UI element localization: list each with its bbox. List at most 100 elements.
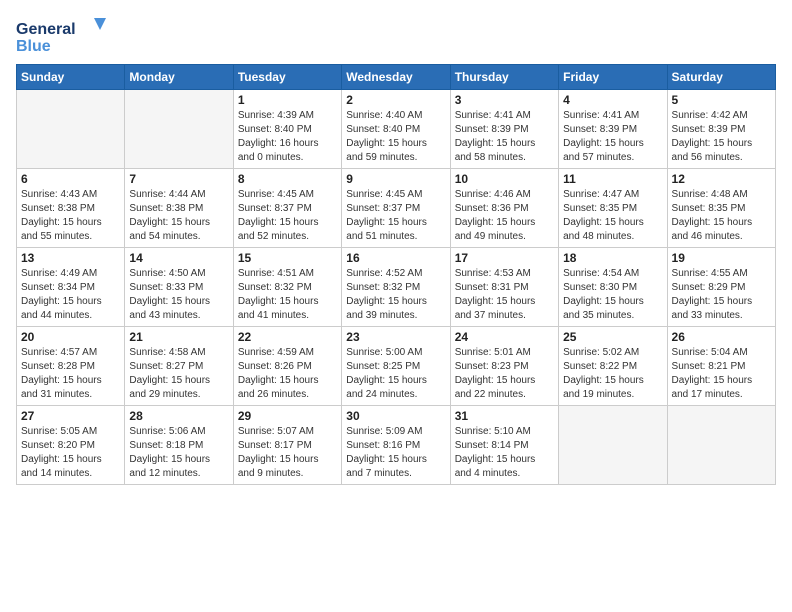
calendar-cell: 1 Sunrise: 4:39 AMSunset: 8:40 PMDayligh… [233, 90, 341, 169]
calendar-cell: 31 Sunrise: 5:10 AMSunset: 8:14 PMDaylig… [450, 406, 558, 485]
day-detail: Sunrise: 4:44 AMSunset: 8:38 PMDaylight:… [129, 188, 228, 244]
calendar-cell: 7 Sunrise: 4:44 AMSunset: 8:38 PMDayligh… [125, 169, 233, 248]
weekday-header: Saturday [667, 65, 775, 90]
day-number: 13 [21, 251, 120, 265]
calendar-cell: 26 Sunrise: 5:04 AMSunset: 8:21 PMDaylig… [667, 327, 775, 406]
day-detail: Sunrise: 5:00 AMSunset: 8:25 PMDaylight:… [346, 346, 445, 402]
weekday-header: Friday [559, 65, 667, 90]
logo: General Blue [16, 16, 106, 56]
calendar-cell: 25 Sunrise: 5:02 AMSunset: 8:22 PMDaylig… [559, 327, 667, 406]
calendar-cell: 13 Sunrise: 4:49 AMSunset: 8:34 PMDaylig… [17, 248, 125, 327]
day-detail: Sunrise: 4:54 AMSunset: 8:30 PMDaylight:… [563, 267, 662, 323]
day-detail: Sunrise: 4:58 AMSunset: 8:27 PMDaylight:… [129, 346, 228, 402]
day-detail: Sunrise: 5:06 AMSunset: 8:18 PMDaylight:… [129, 425, 228, 481]
calendar-cell: 27 Sunrise: 5:05 AMSunset: 8:20 PMDaylig… [17, 406, 125, 485]
calendar-cell: 22 Sunrise: 4:59 AMSunset: 8:26 PMDaylig… [233, 327, 341, 406]
day-number: 4 [563, 93, 662, 107]
day-detail: Sunrise: 5:07 AMSunset: 8:17 PMDaylight:… [238, 425, 337, 481]
calendar-cell: 28 Sunrise: 5:06 AMSunset: 8:18 PMDaylig… [125, 406, 233, 485]
day-number: 14 [129, 251, 228, 265]
calendar-cell: 30 Sunrise: 5:09 AMSunset: 8:16 PMDaylig… [342, 406, 450, 485]
day-number: 25 [563, 330, 662, 344]
calendar-cell: 16 Sunrise: 4:52 AMSunset: 8:32 PMDaylig… [342, 248, 450, 327]
calendar-cell: 10 Sunrise: 4:46 AMSunset: 8:36 PMDaylig… [450, 169, 558, 248]
day-detail: Sunrise: 4:45 AMSunset: 8:37 PMDaylight:… [346, 188, 445, 244]
day-detail: Sunrise: 4:39 AMSunset: 8:40 PMDaylight:… [238, 109, 337, 165]
page-header: General Blue [16, 16, 776, 56]
day-detail: Sunrise: 5:01 AMSunset: 8:23 PMDaylight:… [455, 346, 554, 402]
day-detail: Sunrise: 4:53 AMSunset: 8:31 PMDaylight:… [455, 267, 554, 323]
calendar-table: SundayMondayTuesdayWednesdayThursdayFrid… [16, 64, 776, 485]
calendar-cell: 29 Sunrise: 5:07 AMSunset: 8:17 PMDaylig… [233, 406, 341, 485]
day-detail: Sunrise: 5:10 AMSunset: 8:14 PMDaylight:… [455, 425, 554, 481]
day-number: 11 [563, 172, 662, 186]
day-number: 21 [129, 330, 228, 344]
day-detail: Sunrise: 5:09 AMSunset: 8:16 PMDaylight:… [346, 425, 445, 481]
day-number: 3 [455, 93, 554, 107]
day-detail: Sunrise: 4:43 AMSunset: 8:38 PMDaylight:… [21, 188, 120, 244]
weekday-header: Monday [125, 65, 233, 90]
day-detail: Sunrise: 4:52 AMSunset: 8:32 PMDaylight:… [346, 267, 445, 323]
day-number: 5 [672, 93, 771, 107]
calendar-cell: 18 Sunrise: 4:54 AMSunset: 8:30 PMDaylig… [559, 248, 667, 327]
weekday-header: Thursday [450, 65, 558, 90]
day-number: 1 [238, 93, 337, 107]
svg-text:Blue: Blue [16, 38, 51, 55]
calendar-cell [667, 406, 775, 485]
day-number: 17 [455, 251, 554, 265]
day-detail: Sunrise: 5:04 AMSunset: 8:21 PMDaylight:… [672, 346, 771, 402]
calendar-cell: 2 Sunrise: 4:40 AMSunset: 8:40 PMDayligh… [342, 90, 450, 169]
day-number: 30 [346, 409, 445, 423]
day-number: 28 [129, 409, 228, 423]
calendar-cell: 20 Sunrise: 4:57 AMSunset: 8:28 PMDaylig… [17, 327, 125, 406]
day-number: 18 [563, 251, 662, 265]
day-number: 15 [238, 251, 337, 265]
day-detail: Sunrise: 4:41 AMSunset: 8:39 PMDaylight:… [455, 109, 554, 165]
day-detail: Sunrise: 4:42 AMSunset: 8:39 PMDaylight:… [672, 109, 771, 165]
day-detail: Sunrise: 5:05 AMSunset: 8:20 PMDaylight:… [21, 425, 120, 481]
day-detail: Sunrise: 5:02 AMSunset: 8:22 PMDaylight:… [563, 346, 662, 402]
calendar-cell: 14 Sunrise: 4:50 AMSunset: 8:33 PMDaylig… [125, 248, 233, 327]
day-number: 24 [455, 330, 554, 344]
day-detail: Sunrise: 4:59 AMSunset: 8:26 PMDaylight:… [238, 346, 337, 402]
calendar-cell: 23 Sunrise: 5:00 AMSunset: 8:25 PMDaylig… [342, 327, 450, 406]
day-detail: Sunrise: 4:40 AMSunset: 8:40 PMDaylight:… [346, 109, 445, 165]
weekday-header: Wednesday [342, 65, 450, 90]
day-number: 7 [129, 172, 228, 186]
day-detail: Sunrise: 4:55 AMSunset: 8:29 PMDaylight:… [672, 267, 771, 323]
day-number: 12 [672, 172, 771, 186]
calendar-cell [17, 90, 125, 169]
calendar-cell: 21 Sunrise: 4:58 AMSunset: 8:27 PMDaylig… [125, 327, 233, 406]
day-number: 22 [238, 330, 337, 344]
day-detail: Sunrise: 4:48 AMSunset: 8:35 PMDaylight:… [672, 188, 771, 244]
day-number: 10 [455, 172, 554, 186]
day-detail: Sunrise: 4:50 AMSunset: 8:33 PMDaylight:… [129, 267, 228, 323]
day-number: 9 [346, 172, 445, 186]
calendar-cell [559, 406, 667, 485]
weekday-header: Sunday [17, 65, 125, 90]
logo-svg: General Blue [16, 16, 106, 56]
calendar-cell: 6 Sunrise: 4:43 AMSunset: 8:38 PMDayligh… [17, 169, 125, 248]
day-number: 27 [21, 409, 120, 423]
calendar-cell: 5 Sunrise: 4:42 AMSunset: 8:39 PMDayligh… [667, 90, 775, 169]
calendar-cell: 8 Sunrise: 4:45 AMSunset: 8:37 PMDayligh… [233, 169, 341, 248]
day-number: 26 [672, 330, 771, 344]
day-number: 29 [238, 409, 337, 423]
calendar-cell: 24 Sunrise: 5:01 AMSunset: 8:23 PMDaylig… [450, 327, 558, 406]
day-number: 20 [21, 330, 120, 344]
calendar-cell: 19 Sunrise: 4:55 AMSunset: 8:29 PMDaylig… [667, 248, 775, 327]
day-number: 2 [346, 93, 445, 107]
day-detail: Sunrise: 4:41 AMSunset: 8:39 PMDaylight:… [563, 109, 662, 165]
day-detail: Sunrise: 4:46 AMSunset: 8:36 PMDaylight:… [455, 188, 554, 244]
calendar-cell: 17 Sunrise: 4:53 AMSunset: 8:31 PMDaylig… [450, 248, 558, 327]
day-number: 16 [346, 251, 445, 265]
calendar-cell: 15 Sunrise: 4:51 AMSunset: 8:32 PMDaylig… [233, 248, 341, 327]
day-number: 8 [238, 172, 337, 186]
day-detail: Sunrise: 4:57 AMSunset: 8:28 PMDaylight:… [21, 346, 120, 402]
day-number: 31 [455, 409, 554, 423]
day-number: 19 [672, 251, 771, 265]
day-detail: Sunrise: 4:49 AMSunset: 8:34 PMDaylight:… [21, 267, 120, 323]
calendar-cell: 11 Sunrise: 4:47 AMSunset: 8:35 PMDaylig… [559, 169, 667, 248]
svg-text:General: General [16, 21, 76, 38]
calendar-cell: 3 Sunrise: 4:41 AMSunset: 8:39 PMDayligh… [450, 90, 558, 169]
